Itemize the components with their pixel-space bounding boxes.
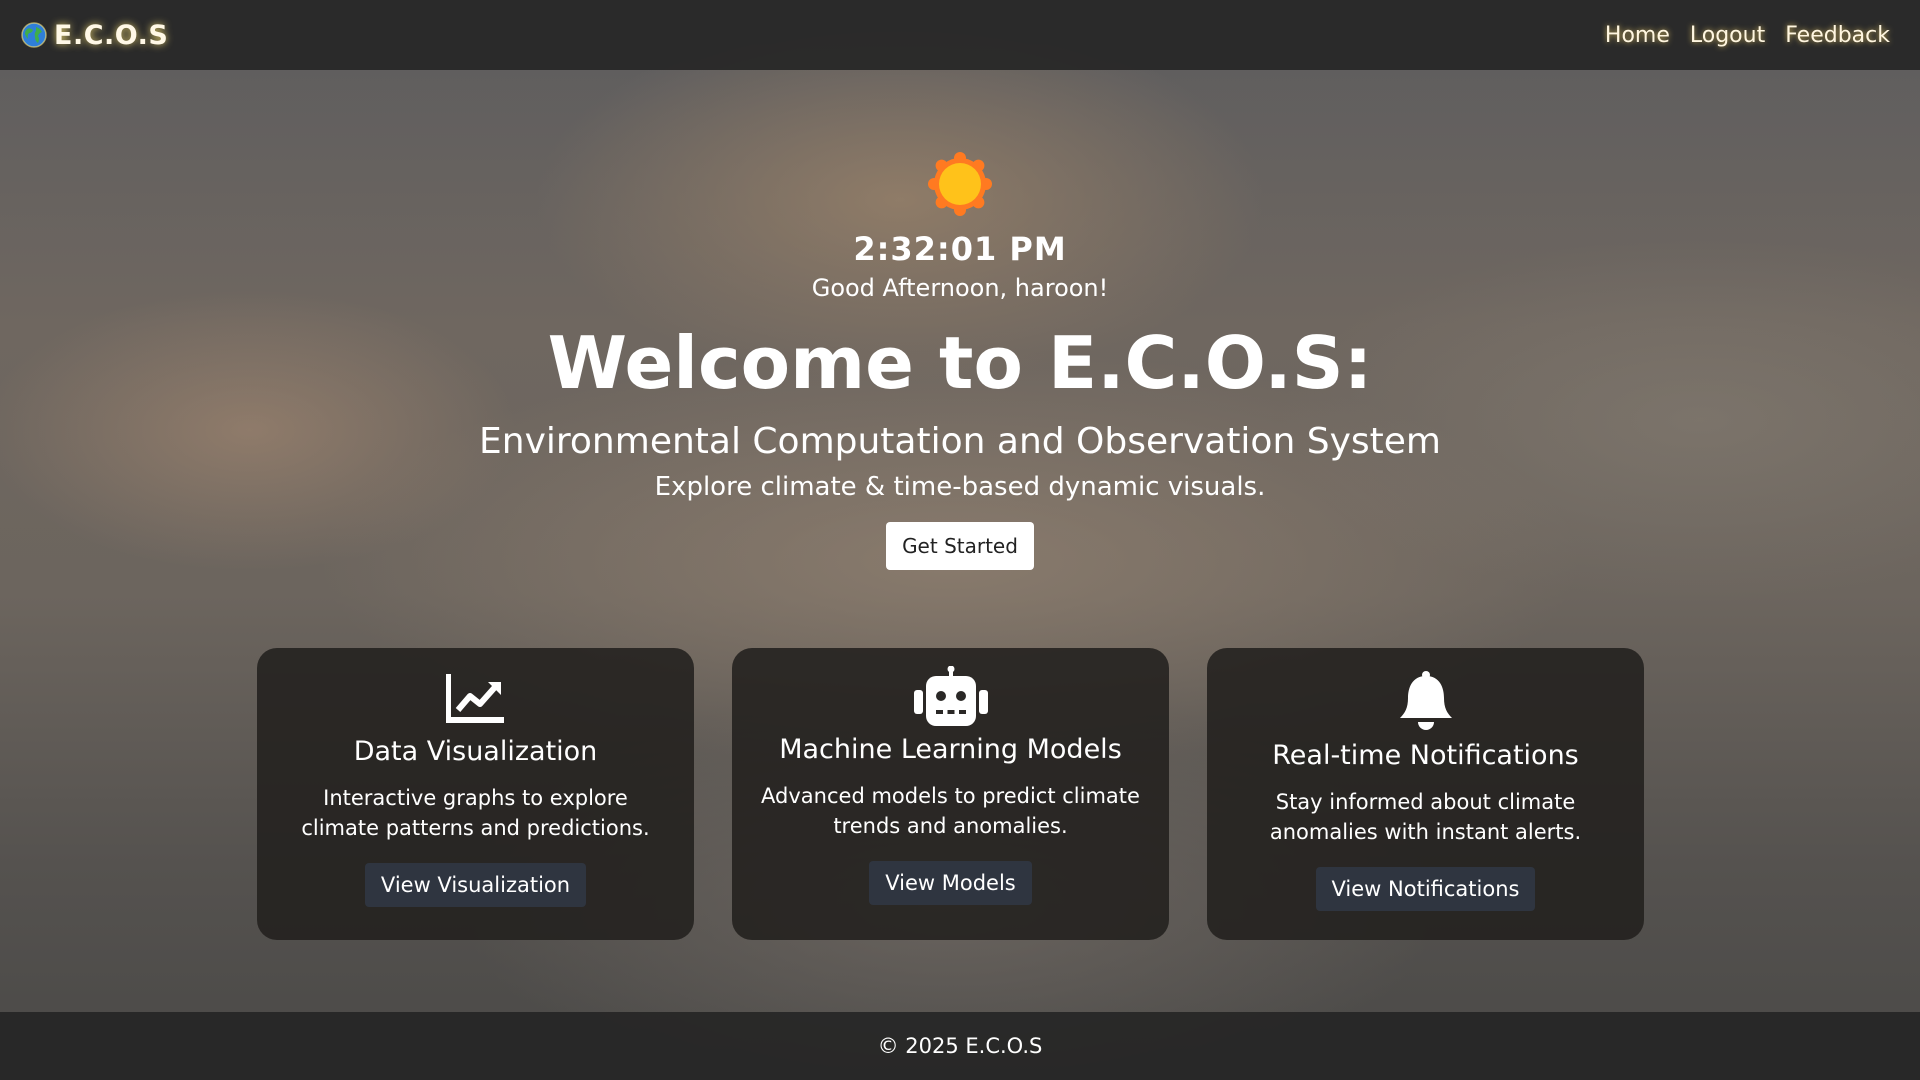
view-visualization-button[interactable]: View Visualization bbox=[364, 863, 587, 907]
brand[interactable]: E.C.O.S bbox=[20, 20, 168, 51]
view-notifications-button[interactable]: View Notifications bbox=[1315, 867, 1536, 911]
feature-cards: Data Visualization Interactive graphs to… bbox=[257, 648, 1644, 940]
view-models-button[interactable]: View Models bbox=[869, 861, 1032, 905]
globe-icon bbox=[21, 22, 47, 48]
card-description: Interactive graphs to explore climate pa… bbox=[301, 786, 650, 840]
brand-name: E.C.O.S bbox=[54, 19, 169, 51]
copyright-text: © 2025 E.C.O.S bbox=[877, 1034, 1043, 1058]
top-navbar: E.C.O.S Home Logout Feedback bbox=[0, 0, 1920, 70]
page-subtitle: Environmental Computation and Observatio… bbox=[479, 421, 1441, 463]
card-description: Stay informed about climate anomalies wi… bbox=[1269, 790, 1582, 844]
card-description: Advanced models to predict climate trend… bbox=[761, 784, 1140, 838]
clock-time: 2:32:01 PM bbox=[853, 230, 1067, 268]
card-title: Data Visualization bbox=[353, 736, 598, 767]
hero-section: 2:32:01 PM Good Afternoon, haroon! Welco… bbox=[0, 70, 1920, 571]
nav-logout-link[interactable]: Logout bbox=[1690, 23, 1765, 48]
sun-icon bbox=[928, 152, 992, 216]
nav-links: Home Logout Feedback bbox=[1605, 23, 1890, 48]
card-data-visualization: Data Visualization Interactive graphs to… bbox=[257, 648, 694, 940]
footer: © 2025 E.C.O.S bbox=[0, 1012, 1920, 1080]
nav-home-link[interactable]: Home bbox=[1605, 23, 1670, 48]
page-title: Welcome to E.C.O.S: bbox=[547, 321, 1373, 405]
nav-feedback-link[interactable]: Feedback bbox=[1785, 23, 1890, 48]
card-machine-learning: Machine Learning Models Advanced models … bbox=[732, 648, 1169, 940]
get-started-button[interactable]: Get Started bbox=[886, 522, 1034, 571]
card-title: Real-time Notifications bbox=[1272, 740, 1579, 771]
robot-icon bbox=[913, 666, 988, 726]
card-notifications: Real-time Notifications Stay informed ab… bbox=[1207, 648, 1644, 940]
card-title: Machine Learning Models bbox=[779, 734, 1122, 765]
greeting-text: Good Afternoon, haroon! bbox=[811, 274, 1109, 302]
chart-line-icon bbox=[445, 674, 504, 723]
page-tagline: Explore climate & time-based dynamic vis… bbox=[654, 472, 1266, 503]
bell-icon bbox=[1399, 671, 1452, 730]
